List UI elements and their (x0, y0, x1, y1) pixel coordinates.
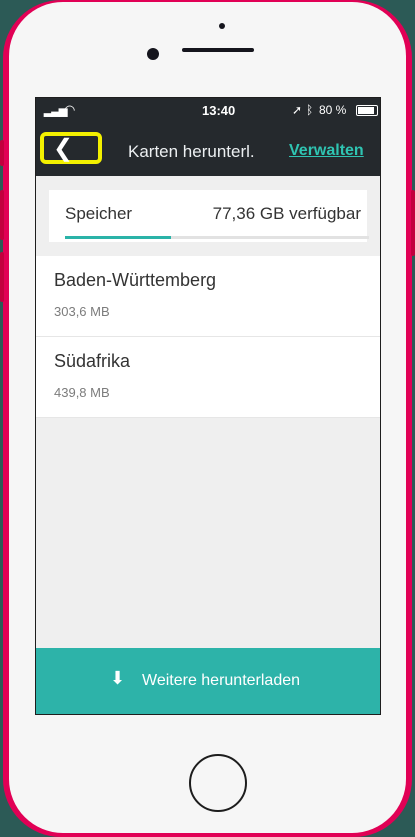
bluetooth-icon: ᛒ (306, 103, 314, 117)
proximity-sensor (219, 23, 225, 29)
map-name: Südafrika (54, 351, 131, 371)
home-button[interactable] (189, 754, 247, 812)
manage-link[interactable]: Verwalten (289, 142, 364, 160)
wifi-icon: ◠ (64, 102, 76, 117)
downloaded-maps-list: Baden-Württemberg 303,6 MB Südafrika 439… (36, 256, 380, 418)
status-bar: ▂▃▅ ◠ 13:40 ➚ ᛒ 80 % (36, 98, 380, 124)
earpiece-speaker (182, 48, 254, 52)
status-time: 13:40 (202, 103, 236, 118)
map-name: Baden-Württemberg (54, 270, 217, 290)
storage-label: Speicher (65, 204, 133, 223)
power-button (411, 190, 415, 256)
list-item[interactable]: Baden-Württemberg 303,6 MB (36, 256, 380, 337)
mute-switch (0, 140, 4, 166)
volume-down-button (0, 252, 4, 302)
chevron-left-icon: ❮ (53, 135, 74, 162)
location-arrow-icon: ➚ (292, 103, 303, 117)
navigation-bar: ❮ Karten herunterl. Verwalten (36, 124, 380, 176)
storage-usage-fill (65, 236, 172, 239)
battery-icon (356, 105, 378, 116)
storage-summary: Speicher 77,36 GB verfügbar (49, 190, 369, 242)
battery-percent: 80 % (319, 103, 347, 117)
front-camera (147, 48, 159, 60)
download-more-label: Weitere herunterladen (142, 672, 301, 689)
app-screen: ▂▃▅ ◠ 13:40 ➚ ᛒ 80 % ❮ Karten herunterl.… (35, 97, 381, 715)
map-size: 303,6 MB (54, 304, 110, 319)
page-title: Karten herunterl. (128, 142, 255, 161)
storage-usage-bar (65, 236, 369, 239)
storage-available: 77,36 GB verfügbar (212, 204, 361, 223)
back-button[interactable]: ❮ (40, 132, 102, 164)
list-item[interactable]: Südafrika 439,8 MB (36, 337, 380, 418)
download-icon: ⬇ (110, 668, 126, 688)
map-size: 439,8 MB (54, 385, 110, 400)
download-more-button[interactable]: ⬇ Weitere herunterladen (36, 648, 380, 714)
volume-up-button (0, 190, 4, 240)
